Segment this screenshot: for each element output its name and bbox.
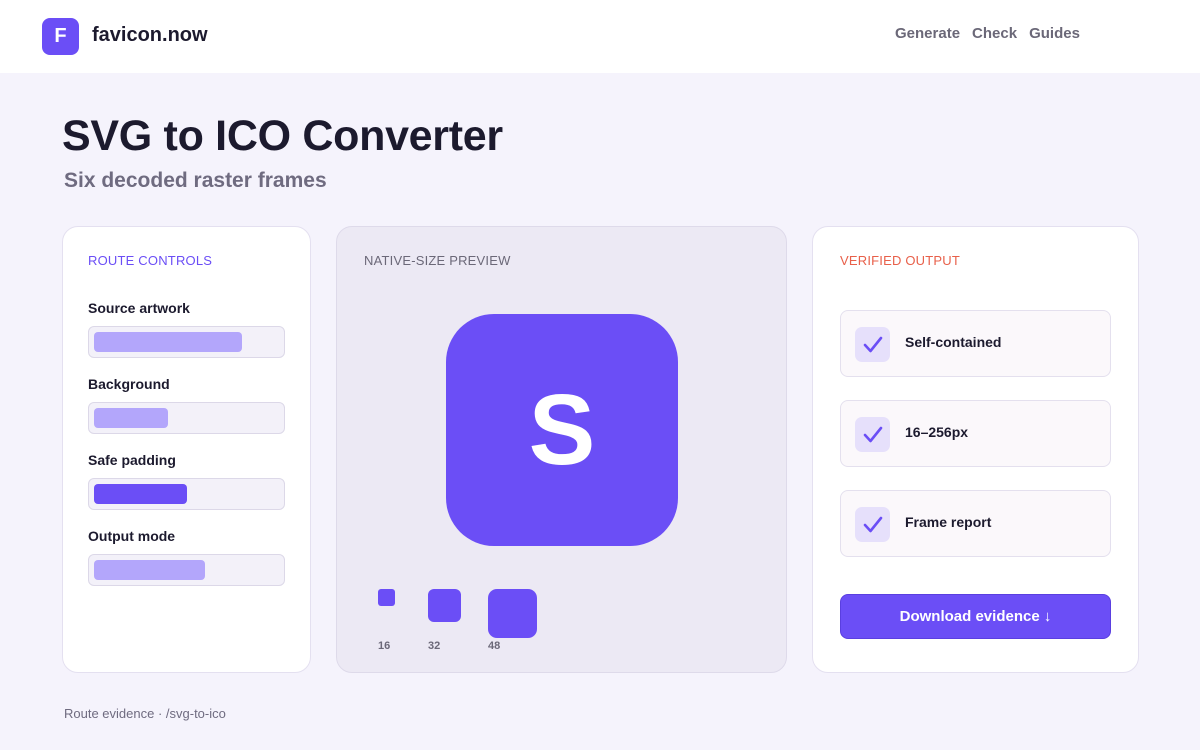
control-label: Output mode — [88, 528, 176, 544]
favicon-preview-large: S — [446, 314, 678, 546]
verified-output-card: VERIFIED OUTPUT Self-contained 16–256px … — [812, 226, 1139, 673]
safe-padding-slider[interactable] — [88, 478, 285, 510]
check-item-label: Self-contained — [905, 334, 1002, 350]
nav-generate[interactable]: Generate — [895, 25, 960, 42]
control-source-artwork: Source artwork — [88, 300, 285, 358]
background-field[interactable] — [88, 402, 285, 434]
control-output-mode: Output mode — [88, 528, 285, 586]
brand-name[interactable]: favicon.now — [92, 24, 208, 47]
checkmark-icon — [855, 417, 890, 452]
verified-output-heading: VERIFIED OUTPUT — [840, 253, 961, 268]
page-subtitle: Six decoded raster frames — [64, 169, 327, 192]
control-background: Background — [88, 376, 285, 434]
control-label: Source artwork — [88, 300, 190, 316]
safe-padding-fill — [94, 484, 187, 504]
logo-icon[interactable]: F — [42, 18, 79, 55]
check-item-size-range: 16–256px — [840, 400, 1111, 467]
output-mode-fill — [94, 560, 205, 580]
background-fill — [94, 408, 168, 428]
control-safe-padding: Safe padding — [88, 452, 285, 510]
checkmark-icon — [855, 327, 890, 362]
checkmark-icon — [855, 507, 890, 542]
favicon-thumb-32 — [428, 589, 461, 622]
favicon-thumb-16 — [378, 589, 395, 606]
nav-check[interactable]: Check — [972, 25, 1017, 42]
route-controls-card: ROUTE CONTROLS Source artwork Background… — [62, 226, 311, 673]
nav-guides[interactable]: Guides — [1029, 25, 1080, 42]
check-item-self-contained: Self-contained — [840, 310, 1111, 377]
output-mode-select[interactable] — [88, 554, 285, 586]
native-size-preview-card: NATIVE-SIZE PREVIEW S 16 32 48 — [336, 226, 787, 673]
preview-heading: NATIVE-SIZE PREVIEW — [364, 253, 511, 268]
check-item-label: 16–256px — [905, 424, 969, 440]
control-label: Background — [88, 376, 170, 392]
favicon-thumb-48 — [488, 589, 537, 638]
check-item-label: Frame report — [905, 514, 992, 530]
main-nav: Generate Check Guides — [895, 25, 1080, 42]
route-controls-heading: ROUTE CONTROLS — [88, 253, 213, 268]
footer-route-evidence: Route evidence · /svg-to-ico — [64, 706, 226, 721]
download-evidence-button[interactable]: Download evidence ↓ — [840, 594, 1111, 639]
source-artwork-field[interactable] — [88, 326, 285, 358]
size-label-16: 16 — [378, 640, 391, 652]
top-bar: F favicon.now Generate Check Guides — [0, 0, 1200, 73]
size-label-32: 32 — [428, 640, 441, 652]
size-label-48: 48 — [488, 640, 501, 652]
source-artwork-fill — [94, 332, 242, 352]
control-label: Safe padding — [88, 452, 176, 468]
check-item-frame-report: Frame report — [840, 490, 1111, 557]
page-title: SVG to ICO Converter — [62, 112, 503, 160]
